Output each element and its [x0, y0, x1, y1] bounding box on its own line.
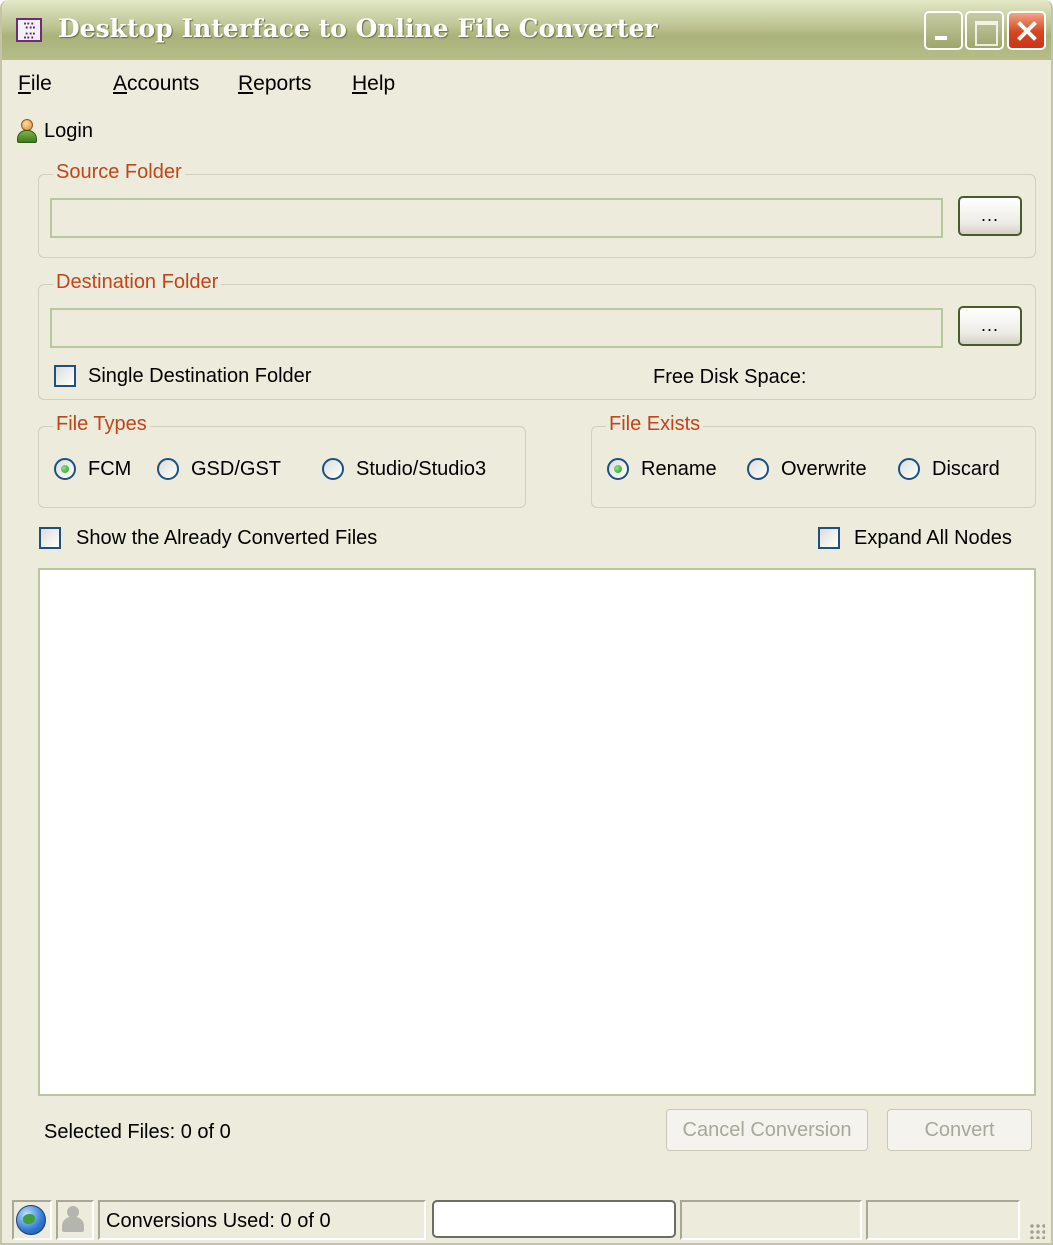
destination-folder-label: Destination Folder — [53, 271, 222, 294]
login-label: Login — [44, 119, 93, 142]
radio-overwrite-label: Overwrite — [781, 458, 867, 480]
file-tree-view[interactable] — [38, 568, 1036, 1096]
menu-accounts[interactable]: Accounts — [113, 72, 199, 96]
file-exists-label: File Exists — [606, 413, 704, 436]
radio-fcm[interactable] — [54, 458, 76, 480]
source-folder-label: Source Folder — [53, 161, 185, 184]
show-converted-label: Show the Already Converted Files — [76, 527, 378, 549]
radio-studio[interactable] — [322, 458, 344, 480]
window-title: Desktop Interface to Online File Convert… — [58, 14, 658, 43]
source-folder-input[interactable] — [50, 198, 943, 238]
expand-all-nodes-checkbox[interactable] — [818, 527, 840, 549]
app-icon: ∵∴ ∴∵ — [16, 18, 42, 42]
status-panel-3 — [680, 1200, 862, 1240]
main-window: ∵∴ ∴∵ Desktop Interface to Online File Co… — [0, 0, 1053, 1245]
menu-file[interactable]: File — [18, 72, 52, 96]
radio-rename-label: Rename — [641, 458, 717, 480]
status-panel-4 — [866, 1200, 1020, 1240]
radio-gsd-gst-label: GSD/GST — [191, 458, 282, 480]
user-icon — [16, 119, 38, 143]
menu-help[interactable]: Help — [352, 72, 395, 96]
source-browse-button[interactable]: ... — [958, 196, 1022, 236]
radio-discard-label: Discard — [932, 458, 1000, 480]
progress-field — [432, 1200, 676, 1238]
file-types-label: File Types — [53, 413, 150, 436]
radio-fcm-label: FCM — [88, 458, 132, 480]
single-destination-checkbox[interactable] — [54, 365, 76, 387]
single-destination-label: Single Destination Folder — [88, 365, 312, 387]
minimize-button[interactable] — [924, 11, 963, 50]
selected-files-label: Selected Files: 0 of 0 — [44, 1121, 231, 1143]
maximize-button[interactable] — [965, 11, 1004, 50]
convert-button[interactable]: Convert — [887, 1109, 1032, 1151]
menu-reports[interactable]: Reports — [238, 72, 312, 96]
destination-browse-button[interactable]: ... — [958, 306, 1022, 346]
globe-icon — [16, 1205, 46, 1235]
title-bar[interactable]: ∵∴ ∴∵ Desktop Interface to Online File Co… — [2, 0, 1051, 60]
radio-overwrite[interactable] — [747, 458, 769, 480]
destination-folder-input[interactable] — [50, 308, 943, 348]
status-bar: Conversions Used: 0 of 0 — [2, 1196, 1051, 1243]
expand-all-nodes-label: Expand All Nodes — [854, 527, 1012, 549]
radio-gsd-gst[interactable] — [157, 458, 179, 480]
radio-studio-label: Studio/Studio3 — [356, 458, 487, 480]
user-status-icon — [60, 1206, 86, 1234]
cancel-conversion-button[interactable]: Cancel Conversion — [666, 1109, 868, 1151]
menu-bar: File Accounts Reports Help — [2, 60, 1051, 108]
conversions-used-label: Conversions Used: 0 of 0 — [106, 1210, 331, 1232]
show-converted-checkbox[interactable] — [39, 527, 61, 549]
close-button[interactable] — [1007, 11, 1046, 50]
radio-discard[interactable] — [898, 458, 920, 480]
login-button[interactable]: Login — [16, 116, 93, 146]
free-disk-space-label: Free Disk Space: — [653, 366, 807, 388]
resize-grip[interactable] — [1029, 1223, 1045, 1239]
radio-rename[interactable] — [607, 458, 629, 480]
toolbar: Login — [2, 108, 1051, 154]
